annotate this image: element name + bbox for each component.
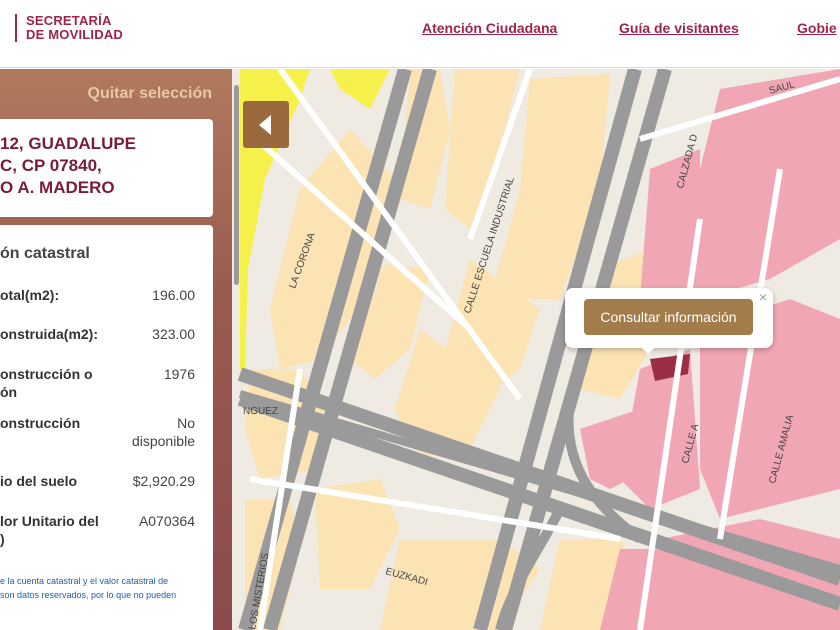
close-icon[interactable]: × <box>759 289 767 305</box>
map-popup: × Consultar información <box>565 288 773 348</box>
row-value: No <box>177 415 195 431</box>
cadastral-info-card: ón catastral otal(m2): 196.00 onstruida(… <box>0 225 213 630</box>
section-title: ón catastral <box>0 245 90 262</box>
address-line: 12, GUADALUPE <box>0 134 137 153</box>
nav-atencion-ciudadana[interactable]: Atención Ciudadana <box>422 20 557 36</box>
row-label: io del suelo <box>0 473 78 489</box>
clear-selection-link[interactable]: Quitar selección <box>88 85 213 103</box>
nav-gobierno[interactable]: Gobie <box>797 20 837 36</box>
logo-line2: DE MOVILIDAD <box>26 27 124 42</box>
consultar-informacion-button[interactable]: Consultar información <box>584 299 753 335</box>
row-value: 1976 <box>163 366 195 382</box>
row-value: 323.00 <box>152 326 195 342</box>
collapse-panel-button[interactable] <box>243 101 289 148</box>
row-value: A070364 <box>138 513 195 529</box>
row-value: 196.00 <box>152 287 195 303</box>
row-label: otal(m2): <box>0 287 60 303</box>
panel-scrollbar[interactable] <box>234 85 239 285</box>
logo-bar <box>15 14 17 42</box>
note-line: e la cuenta catastral y el valor catastr… <box>0 576 169 586</box>
street-label: NGUEZ <box>243 406 278 417</box>
row-label: ón <box>0 384 18 400</box>
header: SECRETARÍA DE MOVILIDAD Atención Ciudada… <box>0 0 840 68</box>
row-label: onstruida(m2): <box>0 326 98 342</box>
row-label: lor Unitario del <box>0 513 99 529</box>
address-card: 12, GUADALUPE C, CP 07840, O A. MADERO <box>0 119 213 217</box>
row-value: $2,920.29 <box>132 473 195 489</box>
logo[interactable]: SECRETARÍA DE MOVILIDAD <box>26 14 123 42</box>
logo-line1: SECRETARÍA <box>26 13 112 28</box>
address-line: C, CP 07840, <box>0 156 102 175</box>
row-label: onstrucción <box>0 415 81 431</box>
privacy-note: e la cuenta catastral y el valor catastr… <box>0 574 200 602</box>
popup-tip <box>640 346 656 354</box>
note-line: son datos reservados, por lo que no pued… <box>0 590 177 600</box>
side-panel: Quitar selección 12, GUADALUPE C, CP 078… <box>0 69 232 630</box>
row-label: onstrucción o <box>0 366 93 382</box>
nav-guia-visitantes[interactable]: Guía de visitantes <box>619 20 739 36</box>
row-label: ) <box>0 531 5 547</box>
address-line: O A. MADERO <box>0 178 115 197</box>
row-value: disponible <box>131 433 195 449</box>
triangle-left-icon <box>259 115 271 135</box>
